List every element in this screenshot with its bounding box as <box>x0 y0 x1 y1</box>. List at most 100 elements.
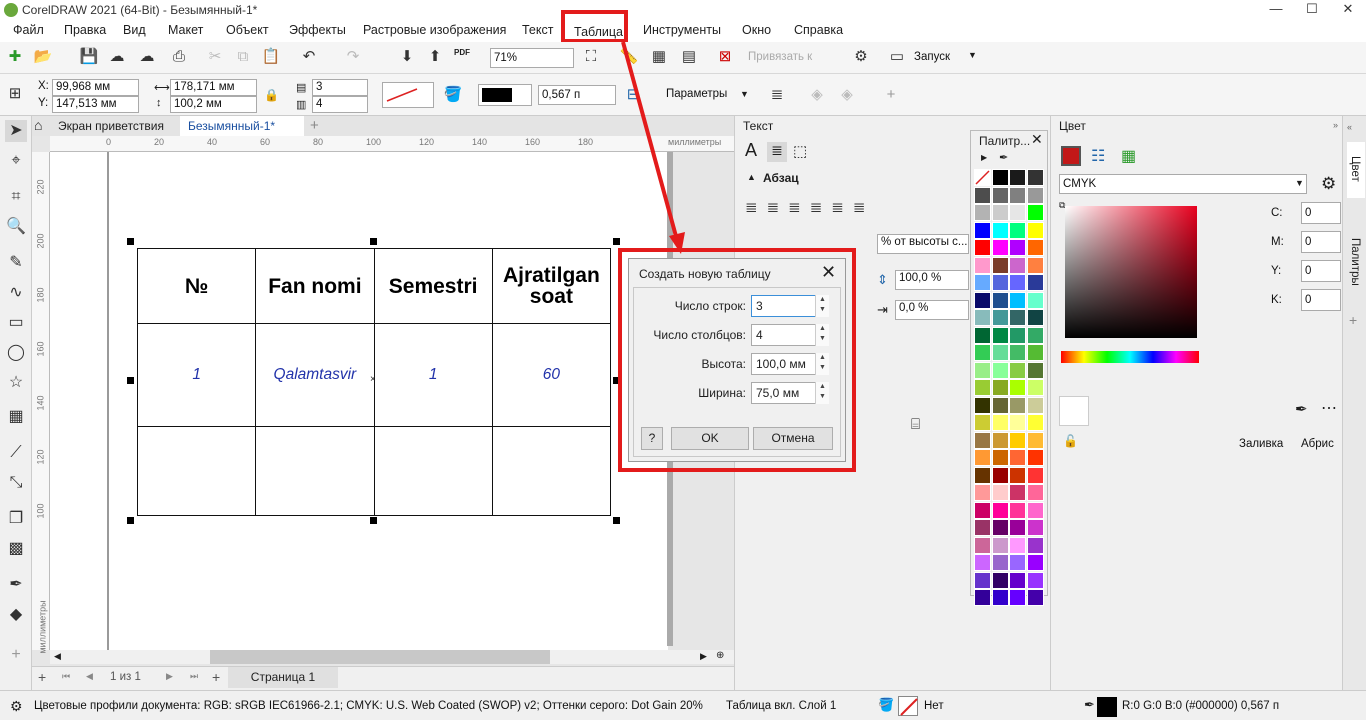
color-swatch[interactable] <box>1026 501 1044 519</box>
color-swatch[interactable] <box>1009 361 1026 379</box>
object-origin-icon[interactable]: ⊞ <box>4 83 26 105</box>
color-swatch[interactable] <box>1026 519 1044 536</box>
scroll-thumb[interactable] <box>210 650 550 664</box>
tab-welcome[interactable]: Экран приветствия <box>50 116 172 136</box>
color-swatch[interactable] <box>974 501 991 519</box>
collapse-docker-icon[interactable]: » <box>1333 120 1338 130</box>
x-position-field[interactable]: 99,968 мм <box>52 79 139 96</box>
color-swatch[interactable] <box>991 519 1009 536</box>
color-swatch[interactable] <box>974 414 991 431</box>
color-swatch[interactable] <box>1009 519 1026 536</box>
color-swatch[interactable] <box>1009 169 1026 186</box>
zoom-tool-icon[interactable]: 🔍 <box>5 216 27 238</box>
snap-off-icon[interactable]: ⊠ <box>714 46 736 68</box>
text-wrap-icon[interactable]: ≣ <box>766 84 788 106</box>
pick-tool-icon[interactable]: ➤ <box>5 120 27 142</box>
color-swatch[interactable] <box>974 221 991 239</box>
chevron-down-icon[interactable]: ▼ <box>968 50 977 60</box>
expand-dockers-icon[interactable]: « <box>1347 122 1352 132</box>
color-sliders-icon[interactable]: ☷ <box>1091 146 1105 166</box>
add-docker-icon[interactable]: + <box>1349 312 1357 328</box>
export-pdf-icon[interactable]: PDF <box>454 48 470 57</box>
color-swatch[interactable] <box>974 379 991 396</box>
color-viewer-icon[interactable] <box>1061 146 1081 166</box>
transparency-tool-icon[interactable]: ▩ <box>5 538 27 560</box>
color-swatch[interactable] <box>1009 291 1026 309</box>
more-icon[interactable]: ⋯ <box>1321 398 1337 418</box>
color-swatch[interactable] <box>991 379 1009 396</box>
text-frame-icon[interactable]: ⌸ <box>911 416 920 433</box>
zoom-level-field[interactable]: 71% <box>490 48 574 68</box>
prev-page-icon[interactable]: ◀ <box>86 671 93 682</box>
color-swatch[interactable] <box>991 169 1009 186</box>
color-swatch[interactable] <box>1026 186 1044 204</box>
table-cell[interactable] <box>373 426 493 516</box>
color-model-select[interactable]: CMYK <box>1059 174 1307 194</box>
table-cell[interactable]: № <box>136 248 257 324</box>
menu-bitmaps[interactable]: Растровые изображения <box>361 20 508 42</box>
selection-handle[interactable] <box>127 377 134 384</box>
eyedropper-tool-icon[interactable]: ✒ <box>5 574 27 596</box>
color-swatch[interactable] <box>991 414 1009 431</box>
lock-icon[interactable]: 🔓 <box>1063 434 1078 448</box>
color-swatch[interactable] <box>991 554 1009 571</box>
color-swatch[interactable] <box>991 536 1009 554</box>
c-field[interactable]: 0 <box>1301 202 1341 224</box>
color-swatch[interactable] <box>991 449 1009 466</box>
eyedropper-icon[interactable]: ✒ <box>1295 400 1308 418</box>
close-icon[interactable]: ✕ <box>821 262 836 283</box>
columns-stepper[interactable]: ▲ ▼ <box>815 324 829 346</box>
eyedropper-icon[interactable]: ✒ <box>999 151 1008 164</box>
table-cell[interactable]: 60 <box>491 323 612 427</box>
color-swatch[interactable] <box>1026 449 1044 466</box>
k-field[interactable]: 0 <box>1301 289 1341 311</box>
color-swatch[interactable] <box>1009 204 1026 221</box>
color-swatch[interactable] <box>991 326 1009 344</box>
scroll-left-icon[interactable]: ◀ <box>54 651 61 662</box>
hue-slider[interactable] <box>1061 351 1199 363</box>
rectangle-tool-icon[interactable]: ▭ <box>5 312 27 334</box>
outline-color-picker[interactable] <box>478 84 532 106</box>
menu-layout[interactable]: Макет <box>166 20 205 42</box>
import-icon[interactable]: ⬇ <box>396 46 418 68</box>
color-swatch[interactable] <box>991 204 1009 221</box>
first-page-icon[interactable]: ⏮ <box>62 671 70 682</box>
color-swatch[interactable] <box>1009 379 1026 396</box>
color-swatch[interactable] <box>974 519 991 536</box>
color-swatch[interactable] <box>991 221 1009 239</box>
menu-text[interactable]: Текст <box>520 20 555 42</box>
color-swatch[interactable] <box>991 256 1009 274</box>
launch-icon[interactable]: ▭ <box>886 46 908 68</box>
color-swatch[interactable] <box>1026 554 1044 571</box>
menu-view[interactable]: Вид <box>121 20 148 42</box>
color-swatch[interactable] <box>1026 396 1044 414</box>
color-swatch[interactable] <box>991 484 1009 501</box>
color-swatch[interactable] <box>974 344 991 361</box>
height-stepper[interactable]: ▲ ▼ <box>815 353 829 375</box>
rows-field[interactable]: 3 <box>312 79 368 96</box>
home-icon[interactable]: ⌂ <box>34 117 42 133</box>
last-page-icon[interactable]: ⏭ <box>190 671 198 682</box>
alignment-icons[interactable]: ≣≣≣≣≣≣ <box>745 198 874 216</box>
add-icon[interactable]: + <box>880 84 902 106</box>
color-swatch[interactable] <box>991 186 1009 204</box>
menu-window[interactable]: Окно <box>740 20 773 42</box>
color-swatch[interactable] <box>974 274 991 291</box>
height-field[interactable]: 100,2 мм <box>170 96 257 113</box>
export-icon[interactable]: ⬆ <box>424 46 446 68</box>
color-swatch[interactable] <box>991 571 1009 589</box>
selection-handle[interactable] <box>613 517 620 524</box>
arrange-front-icon[interactable]: ◈ <box>806 84 828 106</box>
color-swatch[interactable] <box>1026 274 1044 291</box>
color-swatch[interactable] <box>991 396 1009 414</box>
color-swatch[interactable] <box>974 309 991 326</box>
shape-tool-icon[interactable]: ⌖ <box>5 150 27 172</box>
scroll-right-icon[interactable]: ▶ <box>700 651 707 662</box>
color-swatch[interactable] <box>974 536 991 554</box>
color-swatch[interactable] <box>1009 344 1026 361</box>
color-swatch[interactable] <box>974 186 991 204</box>
color-swatch[interactable] <box>1009 589 1026 606</box>
indent-field[interactable]: 0,0 % <box>895 300 969 320</box>
color-swatch[interactable] <box>991 501 1009 519</box>
expand-triangle-icon[interactable]: ▶ <box>981 153 987 162</box>
